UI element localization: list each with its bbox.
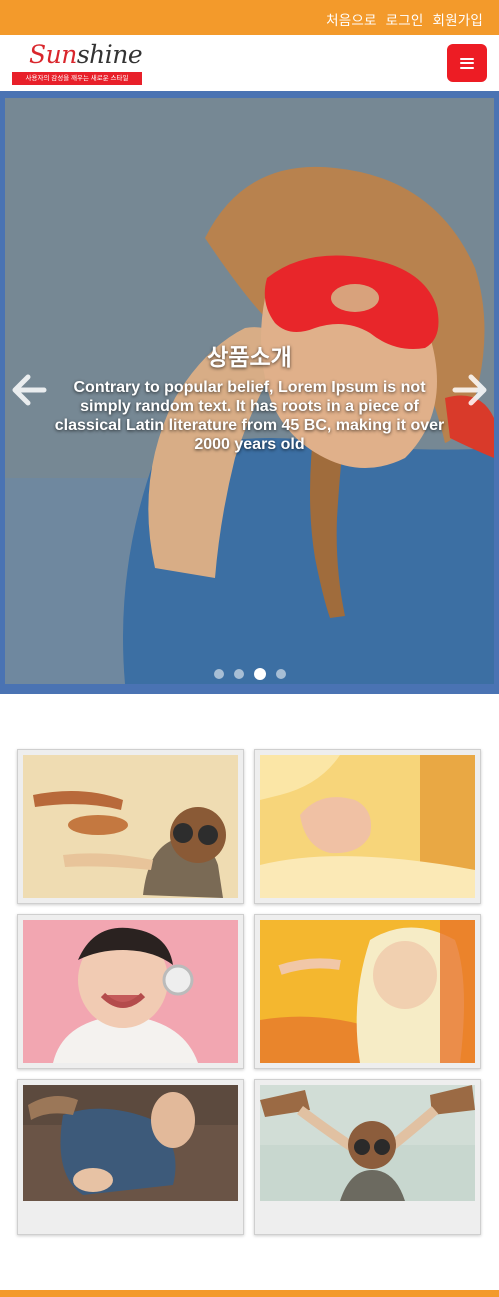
gallery-card[interactable] (17, 749, 244, 904)
slide-dot-3[interactable] (253, 668, 266, 680)
footer-bar (0, 1290, 499, 1297)
slide-dot-2[interactable] (233, 669, 244, 679)
gallery-image-feeding-baby (260, 920, 475, 1063)
logo-wordmark-rest: shine (76, 40, 143, 69)
hero-slider: 상품소개 Contrary to popular belief, Lorem I… (0, 91, 499, 694)
gallery-image-headphones-baby (23, 920, 238, 1063)
menu-button[interactable] (447, 44, 487, 82)
login-link[interactable]: 로그인 (386, 9, 424, 29)
chevron-left-icon (12, 374, 47, 406)
top-links: 처음으로 로그인 회원가입 (326, 9, 483, 29)
gallery-card[interactable] (17, 1079, 244, 1235)
hero-description: Contrary to popular belief, Lorem Ipsum … (54, 379, 445, 453)
logo-wordmark: Sunshine (29, 40, 143, 69)
signup-link[interactable]: 회원가입 (433, 9, 483, 29)
chevron-right-icon (452, 374, 487, 406)
prev-slide-button[interactable] (8, 370, 48, 410)
gallery-image-airplane-boy (23, 755, 238, 898)
home-link[interactable]: 처음으로 (326, 9, 376, 29)
logo-wordmark-first: Sun (29, 40, 77, 69)
top-bar: 처음으로 로그인 회원가입 (0, 0, 499, 35)
gallery-card[interactable] (254, 749, 481, 904)
gallery-card[interactable] (254, 914, 481, 1069)
slide-indicators (0, 668, 499, 680)
gallery-card[interactable] (254, 1079, 481, 1235)
gallery-image-denim-kid (23, 1085, 238, 1201)
logo[interactable]: Sunshine 사용자의 감성을 깨우는 새로운 스타일 (12, 40, 143, 86)
site-header: Sunshine 사용자의 감성을 깨우는 새로운 스타일 (0, 35, 499, 91)
slide-dot-1[interactable] (213, 669, 224, 679)
slide-dot-4[interactable] (275, 669, 286, 679)
hero-title: 상품소개 (207, 344, 292, 370)
gallery-card[interactable] (17, 914, 244, 1069)
gallery-image-baby-hand (260, 755, 475, 898)
gallery-image-aviator-kid (260, 1085, 475, 1201)
logo-tagline: 사용자의 감성을 깨우는 새로운 스타일 (12, 72, 142, 85)
next-slide-button[interactable] (451, 370, 491, 410)
hamburger-icon (460, 57, 474, 69)
